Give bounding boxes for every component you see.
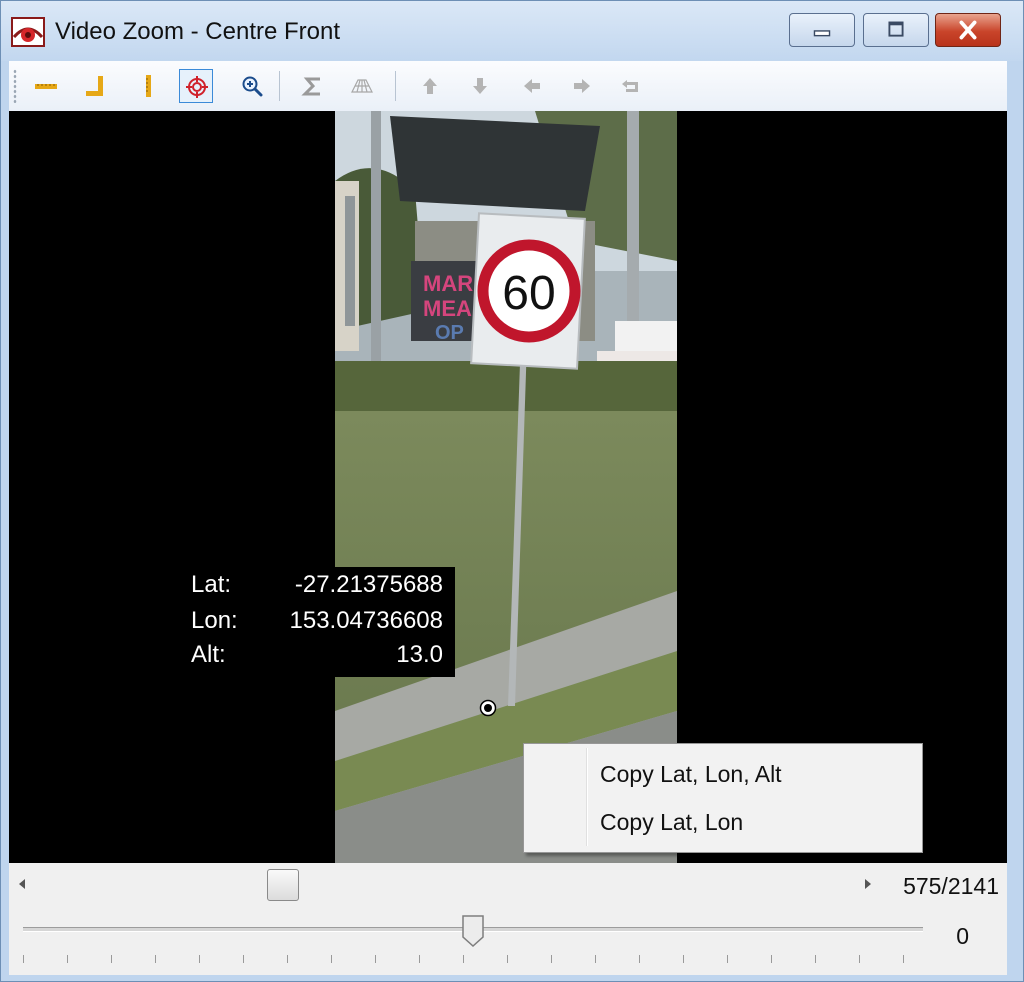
horizontal-ruler-icon	[35, 84, 57, 89]
minimize-icon	[813, 30, 831, 37]
frame-counter: 575/2141	[903, 873, 999, 899]
maximize-button[interactable]	[863, 13, 929, 47]
target-crosshair-icon	[186, 76, 208, 98]
zoom-in-button[interactable]	[235, 69, 269, 103]
context-menu: Copy Lat, Lon, Alt Copy Lat, Lon	[523, 743, 923, 853]
window-title: Video Zoom - Centre Front	[55, 18, 341, 45]
toolbar-separator	[279, 71, 280, 101]
arrow-up-button[interactable]	[413, 69, 447, 103]
rotate-flip-button[interactable]	[295, 69, 329, 103]
svg-text:OP: OP	[435, 322, 464, 344]
coordinate-readout: Lat: -27.21375688 Lon: 153.04736608 Alt:…	[185, 567, 455, 677]
lat-value: -27.21375688	[294, 571, 443, 598]
lon-value: 153.04736608	[289, 607, 444, 634]
arrow-right-icon	[574, 79, 590, 93]
close-button[interactable]	[935, 13, 1001, 47]
frame-scrollbar-thumb[interactable]	[267, 869, 300, 901]
zoom-in-icon	[242, 76, 263, 97]
copy-lat-lon-alt-label: Copy Lat, Lon, Alt	[600, 761, 782, 787]
alt-label: Alt:	[191, 641, 226, 668]
lon-label: Lon:	[191, 607, 238, 634]
copy-lat-lon-menu-item[interactable]: Copy Lat, Lon	[528, 800, 918, 844]
app-eye-icon	[11, 17, 45, 47]
trackbar-slider[interactable]	[23, 915, 923, 971]
playback-panel: 575/2141 0	[9, 863, 1007, 975]
perspective-grid-icon	[351, 79, 373, 93]
horizontal-ruler-button[interactable]	[29, 69, 63, 103]
svg-text:MEA: MEA	[423, 296, 472, 321]
coordinate-row-lon: Lon: 153.04736608	[191, 607, 443, 635]
arrow-up-icon	[423, 78, 437, 94]
trackbar-thumb[interactable]	[462, 915, 484, 947]
toolbar	[9, 61, 1007, 112]
frame-scrollbar[interactable]	[9, 867, 875, 903]
alt-value: 13.0	[396, 641, 443, 668]
lat-label: Lat:	[191, 571, 232, 598]
vertical-ruler-button[interactable]	[131, 69, 165, 103]
corner-ruler-button[interactable]	[79, 69, 113, 103]
scroll-right-arrow-icon[interactable]	[865, 879, 871, 889]
coordinate-row-alt: Alt: 13.0	[191, 641, 443, 669]
arrow-left-button[interactable]	[515, 69, 549, 103]
arrow-down-button[interactable]	[463, 69, 497, 103]
undo-icon	[622, 80, 638, 92]
perspective-grid-button[interactable]	[345, 69, 379, 103]
speed-sign-number: 60	[502, 267, 555, 320]
toolbar-grip[interactable]	[13, 69, 17, 103]
scroll-left-arrow-icon[interactable]	[19, 879, 25, 889]
minimize-button[interactable]	[789, 13, 855, 47]
arrow-right-button[interactable]	[565, 69, 599, 103]
undo-button[interactable]	[613, 69, 647, 103]
rotate-flip-icon	[301, 77, 320, 96]
arrow-down-icon	[473, 78, 487, 94]
target-crosshair-button[interactable]	[179, 69, 213, 103]
vertical-ruler-icon	[146, 75, 151, 97]
coordinate-row-lat: Lat: -27.21375688	[191, 571, 443, 599]
copy-lat-lon-alt-menu-item[interactable]: Copy Lat, Lon, Alt	[528, 752, 918, 796]
target-point-icon	[479, 699, 497, 717]
video-viewport[interactable]: MAR MEA OP 60 Lat: -27.21375688 Lon: 153…	[9, 111, 1007, 863]
corner-ruler-icon	[86, 76, 103, 96]
trackbar-ticks	[23, 955, 923, 963]
svg-text:MAR: MAR	[423, 271, 473, 296]
trackbar-value: 0	[956, 923, 969, 949]
toolbar-separator	[395, 71, 396, 101]
video-zoom-window: Video Zoom - Centre Front MAR MEA OP 60 …	[0, 0, 1024, 982]
maximize-icon	[888, 21, 904, 37]
close-icon	[959, 20, 977, 40]
arrow-left-icon	[524, 79, 540, 93]
copy-lat-lon-label: Copy Lat, Lon	[600, 809, 744, 835]
title-bar[interactable]: Video Zoom - Centre Front	[1, 1, 1023, 61]
